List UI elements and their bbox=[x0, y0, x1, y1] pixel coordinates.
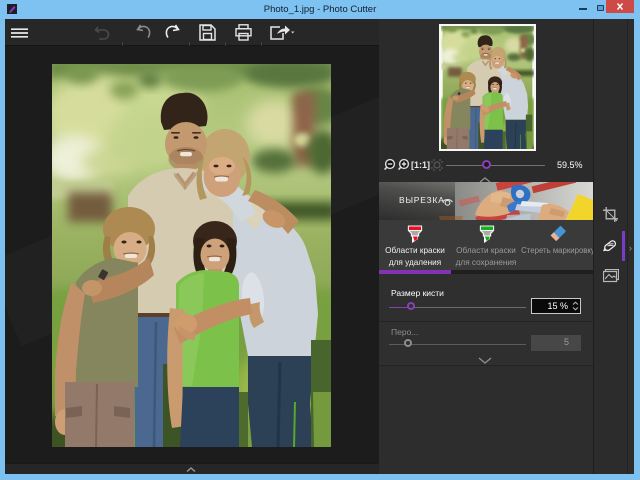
svg-text:[1:1]: [1:1] bbox=[411, 160, 430, 170]
